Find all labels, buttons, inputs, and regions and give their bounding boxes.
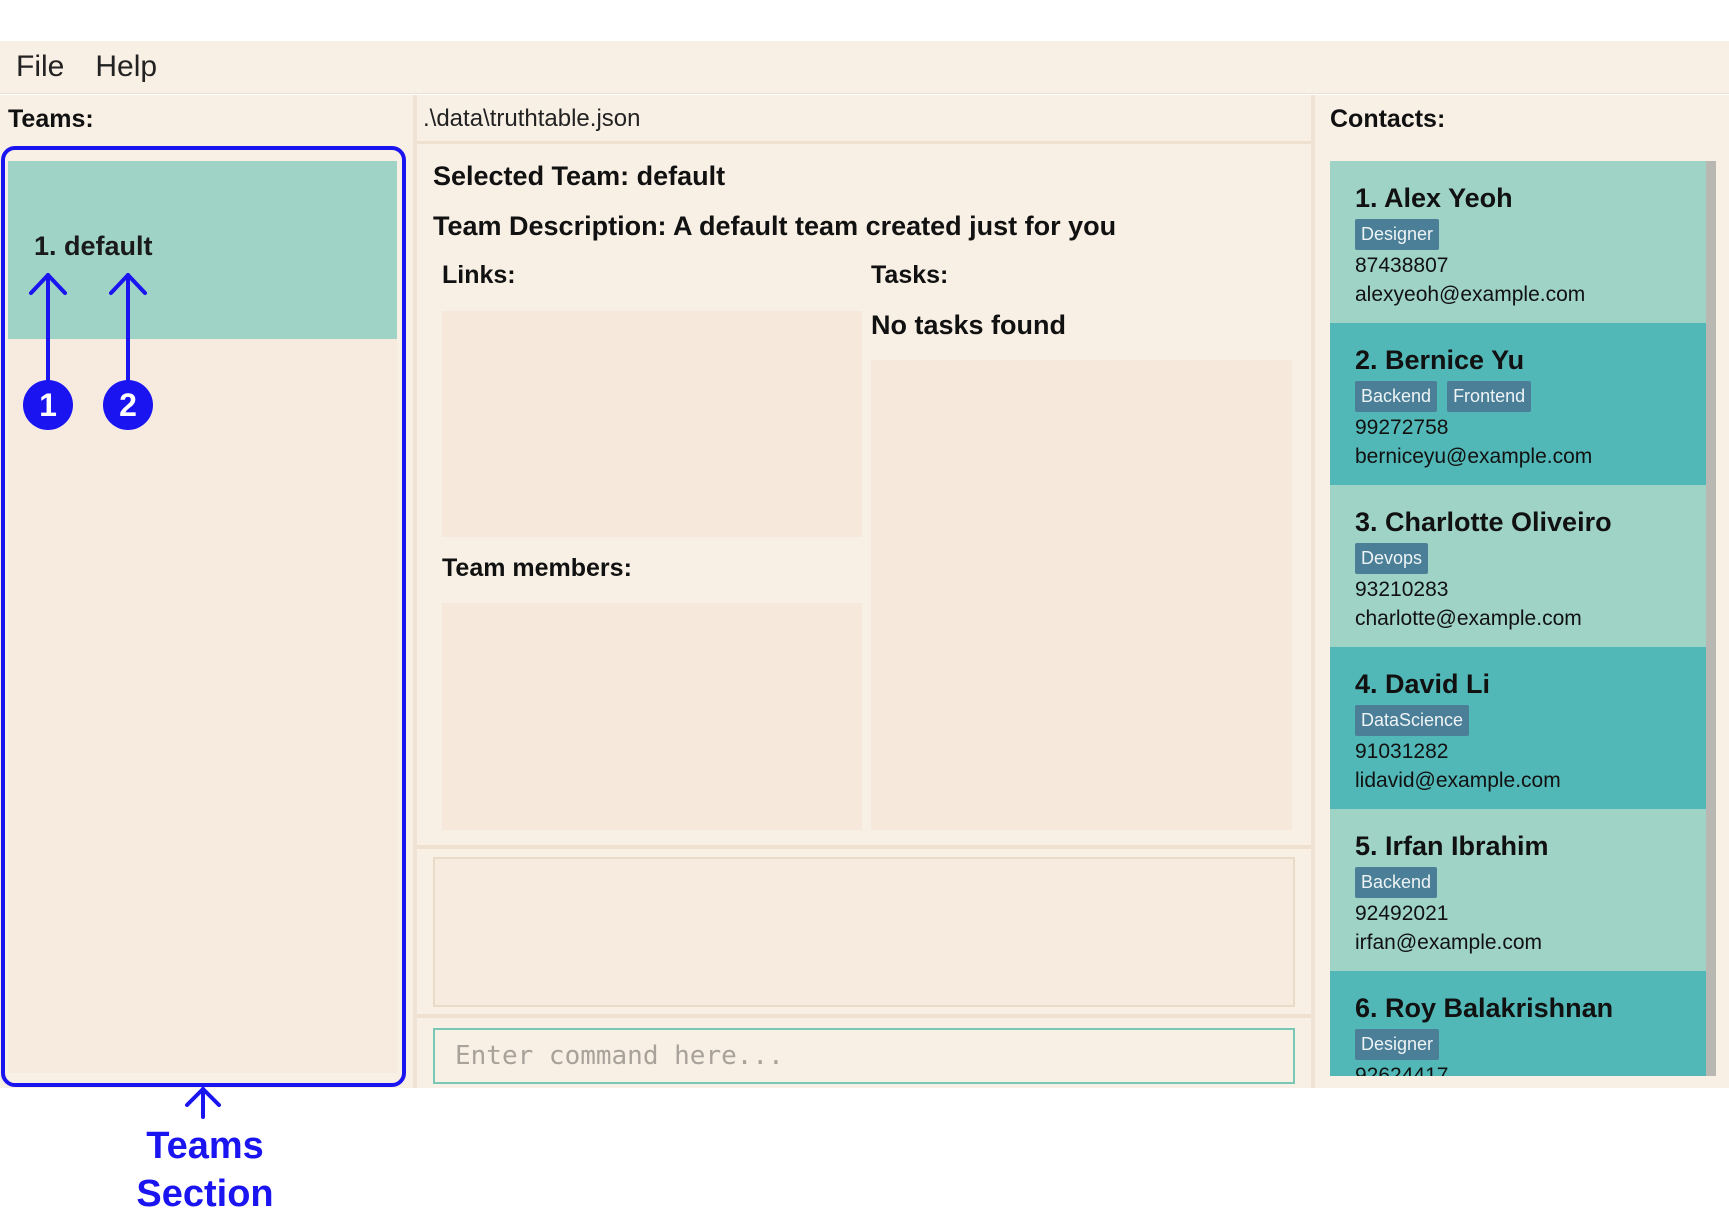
annotation-label: Teams Section [95, 1122, 315, 1215]
annotation-label-line: Teams [146, 1125, 264, 1167]
screenshot: File Help Teams: 1. default .\data\truth… [0, 0, 1729, 1215]
annotation-label-line: Section [136, 1173, 274, 1215]
annotation-arrows [29, 273, 221, 1119]
annotation-marker: 2 [103, 380, 153, 430]
annotation-marker: 1 [23, 380, 73, 430]
